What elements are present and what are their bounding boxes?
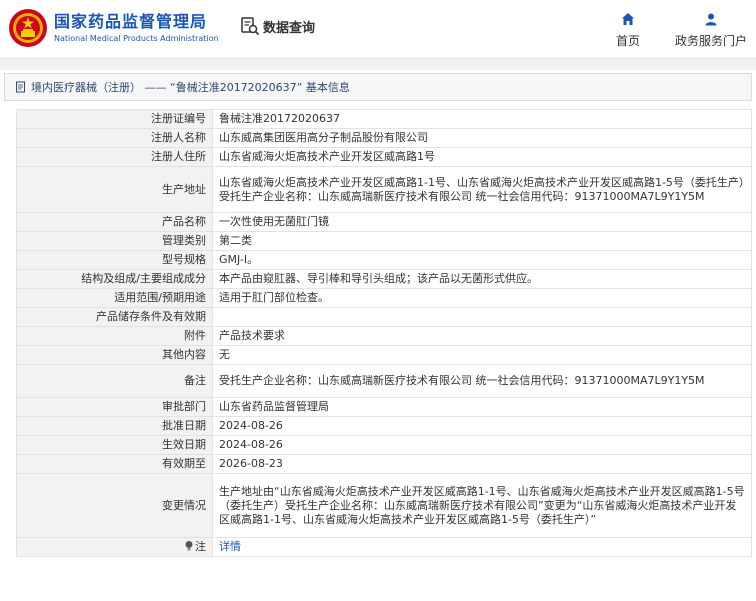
table-row: 审批部门 山东省药品监督管理局: [16, 397, 752, 417]
table-row: 注册人住所 山东省威海火炬高技术产业开发区威高路1号: [16, 147, 752, 167]
field-label: 适用范围/预期用途: [16, 288, 213, 308]
field-value: 山东省威海火炬高技术产业开发区威高路1-1号、山东省威海火炬高技术产业开发区威高…: [212, 166, 752, 213]
header-divider: [0, 58, 756, 70]
home-icon: [622, 13, 634, 25]
document-icon: [16, 81, 25, 93]
table-row: 批准日期 2024-08-26: [16, 416, 752, 436]
field-label: 注册证编号: [16, 109, 213, 129]
nav-home-label: 首页: [615, 34, 640, 48]
note-label-cell: 注: [16, 537, 213, 557]
note-value-cell: 详情: [212, 537, 752, 557]
field-value: 鲁械注准20172020637: [212, 109, 752, 129]
field-label: 型号规格: [16, 250, 213, 270]
field-label: 产品名称: [16, 212, 213, 232]
field-label: 批准日期: [16, 416, 213, 436]
field-value: 2026-08-23: [212, 454, 752, 474]
nav-government-portal[interactable]: 政务服务门户: [666, 12, 756, 49]
field-label: 注册人住所: [16, 147, 213, 167]
table-row: 产品名称 一次性使用无菌肛门镜: [16, 212, 752, 232]
field-value: 受托生产企业名称：山东威高瑞新医疗技术有限公司 统一社会信用代码：9137100…: [212, 364, 752, 398]
table-row: 产品储存条件及有效期: [16, 307, 752, 327]
national-emblem-icon: [9, 9, 47, 47]
nav-government-portal-label: 政务服务门户: [674, 34, 747, 48]
table-row: 注册人名称 山东威高集团医用高分子制品股份有限公司: [16, 128, 752, 148]
site-header: 国家药品监督管理局 National Medical Products Admi…: [0, 0, 756, 58]
table-row: 适用范围/预期用途 适用于肛门部位检查。: [16, 288, 752, 308]
table-row: 结构及组成/主要组成成分 本产品由窥肛器、导引棒和导引头组成；该产品以无菌形式供…: [16, 269, 752, 289]
user-icon: [705, 13, 717, 26]
site-logo[interactable]: 国家药品监督管理局 National Medical Products Admi…: [8, 8, 219, 48]
field-label: 注册人名称: [16, 128, 213, 148]
field-value: 生产地址由“山东省威海火炬高技术产业开发区威高路1-1号、山东省威海火炬高技术产…: [212, 473, 752, 538]
field-value: 本产品由窥肛器、导引棒和导引头组成；该产品以无菌形式供应。: [212, 269, 752, 289]
data-query-label: 数据查询: [263, 20, 316, 36]
data-query-heading[interactable]: 数据查询: [240, 16, 315, 36]
field-value: 第二类: [212, 231, 752, 251]
field-label: 变更情况: [16, 473, 213, 538]
field-value: 无: [212, 345, 752, 365]
field-label: 结构及组成/主要组成成分: [16, 269, 213, 289]
table-row: 注册证编号 鲁械注准20172020637: [16, 109, 752, 129]
record-title: 境内医疗器械（注册） —— “鲁械注准20172020637” 基本信息: [31, 81, 350, 94]
field-value: 山东威高集团医用高分子制品股份有限公司: [212, 128, 752, 148]
table-row: 附件 产品技术要求: [16, 326, 752, 346]
note-label: 注: [195, 540, 206, 553]
detail-table: 注册证编号 鲁械注准20172020637 注册人名称 山东威高集团医用高分子制…: [16, 109, 752, 557]
field-label: 生效日期: [16, 435, 213, 455]
field-value: 适用于肛门部位检查。: [212, 288, 752, 308]
details-link[interactable]: 详情: [219, 540, 241, 553]
search-document-icon: [241, 17, 260, 36]
table-row: 生产地址 山东省威海火炬高技术产业开发区威高路1-1号、山东省威海火炬高技术产业…: [16, 166, 752, 213]
detail-table-wrap: 注册证编号 鲁械注准20172020637 注册人名称 山东威高集团医用高分子制…: [16, 109, 752, 557]
field-label: 产品储存条件及有效期: [16, 307, 213, 327]
field-label: 有效期至: [16, 454, 213, 474]
field-label: 其他内容: [16, 345, 213, 365]
field-label: 生产地址: [16, 166, 213, 213]
table-row: 有效期至 2026-08-23: [16, 454, 752, 474]
top-nav: 首页 政务服务门户: [602, 12, 756, 49]
field-label: 审批部门: [16, 397, 213, 417]
field-value: 2024-08-26: [212, 416, 752, 436]
field-value: 一次性使用无菌肛门镜: [212, 212, 752, 232]
field-value: 产品技术要求: [212, 326, 752, 346]
record-title-bar: 境内医疗器械（注册） —— “鲁械注准20172020637” 基本信息: [4, 73, 752, 101]
table-row: 型号规格 GMJ-Ⅰ。: [16, 250, 752, 270]
table-row: 管理类别 第二类: [16, 231, 752, 251]
note-row: 注 详情: [16, 537, 752, 557]
logo-english-name: National Medical Products Administration: [54, 33, 219, 43]
logo-chinese-name: 国家药品监督管理局: [54, 11, 208, 31]
field-value: 2024-08-26: [212, 435, 752, 455]
field-value: [212, 307, 752, 327]
nav-home[interactable]: 首页: [602, 12, 654, 49]
table-row: 生效日期 2024-08-26: [16, 435, 752, 455]
field-label: 管理类别: [16, 231, 213, 251]
table-row: 备注 受托生产企业名称：山东威高瑞新医疗技术有限公司 统一社会信用代码：9137…: [16, 364, 752, 398]
field-value: GMJ-Ⅰ。: [212, 250, 752, 270]
field-label: 备注: [16, 364, 213, 398]
table-row: 其他内容 无: [16, 345, 752, 365]
field-label: 附件: [16, 326, 213, 346]
field-value: 山东省威海火炬高技术产业开发区威高路1号: [212, 147, 752, 167]
lightbulb-icon: [185, 541, 193, 551]
table-row: 变更情况 生产地址由“山东省威海火炬高技术产业开发区威高路1-1号、山东省威海火…: [16, 473, 752, 538]
field-value: 山东省药品监督管理局: [212, 397, 752, 417]
